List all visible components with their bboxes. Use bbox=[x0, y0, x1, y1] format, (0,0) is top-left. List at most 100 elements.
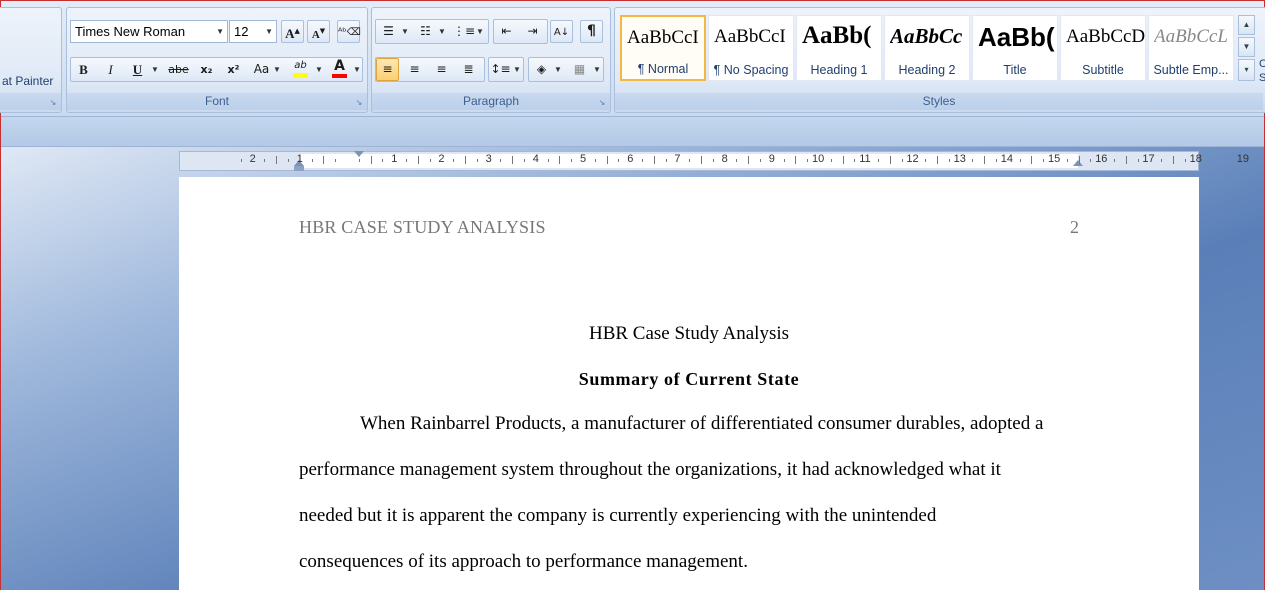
borders-dropdown-icon[interactable]: ▼ bbox=[593, 58, 601, 81]
highlight-color-swatch bbox=[293, 73, 308, 78]
left-indent-box-icon bbox=[294, 166, 304, 171]
ruler-number: 8 bbox=[721, 153, 728, 165]
underline-dropdown-icon[interactable]: ▼ bbox=[151, 58, 159, 81]
change-case-dropdown-icon[interactable]: ▼ bbox=[273, 58, 281, 81]
bold-button[interactable]: B bbox=[72, 58, 95, 81]
show-formatting-marks-button[interactable]: ¶ bbox=[580, 20, 603, 43]
font-size-select[interactable]: 12 ▼ bbox=[229, 20, 277, 43]
ruler-number: 9 bbox=[768, 153, 775, 165]
ruler-tick bbox=[972, 159, 974, 162]
font-color-swatch bbox=[332, 74, 347, 78]
style-no-spacing[interactable]: AaBbCcI ¶ No Spacing bbox=[708, 15, 794, 81]
ruler-number: 18 bbox=[1189, 153, 1202, 165]
align-center-icon: ≡ bbox=[409, 62, 420, 76]
align-right-button[interactable]: ≡ bbox=[430, 58, 453, 81]
change-case-button[interactable]: Aa bbox=[250, 58, 273, 81]
format-painter-button[interactable]: at Painter bbox=[2, 74, 53, 88]
numbering-button[interactable]: ☷ bbox=[414, 20, 437, 43]
gallery-scroll-up-icon[interactable]: ▲ bbox=[1238, 15, 1255, 35]
ruler-tick bbox=[783, 159, 785, 162]
subscript-label: x₂ bbox=[200, 63, 213, 76]
style-name: Title bbox=[1003, 63, 1027, 77]
style-normal[interactable]: AaBbCcI ¶ Normal bbox=[620, 15, 706, 81]
ruler-number: 1 bbox=[391, 153, 398, 165]
style-name: Heading 1 bbox=[810, 63, 868, 77]
font-color-button[interactable]: A bbox=[328, 58, 351, 81]
style-heading-2[interactable]: AaBbCc Heading 2 bbox=[884, 15, 970, 81]
ruler-number: 6 bbox=[627, 153, 634, 165]
ruler-tick bbox=[830, 159, 832, 162]
increase-indent-button[interactable]: ⇥ bbox=[521, 20, 544, 43]
ruler-tick bbox=[712, 159, 714, 162]
font-group: Times New Roman ▼ 12 ▼ A▲ A▼ ᴬᵇ⌫ B I U ▼… bbox=[66, 7, 368, 113]
bullets-dropdown-icon[interactable]: ▼ bbox=[401, 20, 409, 43]
paragraph-line: needed but it is apparent the company is… bbox=[299, 505, 937, 526]
superscript-button[interactable]: x² bbox=[222, 58, 245, 81]
ruler-tick bbox=[996, 159, 997, 162]
ruler-tick bbox=[618, 159, 620, 162]
style-sample: AaBbCc bbox=[890, 24, 963, 48]
clipboard-dialog-launcher-icon[interactable]: ↘ bbox=[48, 98, 58, 107]
justify-button[interactable]: ≣ bbox=[457, 58, 480, 81]
shading-dropdown-icon[interactable]: ▼ bbox=[554, 58, 562, 81]
ruler-number: 12 bbox=[906, 153, 919, 165]
horizontal-ruler[interactable]: 2 1 1 2 3 4 5 6 7 8 9 10 11 12 13 14 15 16 17 18 19 bbox=[179, 151, 1249, 171]
highlight-dropdown-icon[interactable]: ▼ bbox=[315, 58, 323, 81]
styles-group-label: Styles bbox=[615, 93, 1263, 110]
align-left-button[interactable]: ≡ bbox=[376, 58, 399, 81]
style-subtle-emphasis[interactable]: AaBbCcL Subtle Emp... bbox=[1148, 15, 1234, 81]
grow-font-label: A bbox=[285, 26, 295, 41]
paragraph-dialog-launcher-icon[interactable]: ↘ bbox=[597, 98, 607, 107]
font-color-dropdown-icon[interactable]: ▼ bbox=[353, 58, 361, 81]
clipboard-group: at Painter ↘ bbox=[0, 7, 62, 113]
ruler-number: 15 bbox=[1048, 153, 1061, 165]
font-dialog-launcher-icon[interactable]: ↘ bbox=[354, 98, 364, 107]
underline-label: U bbox=[132, 62, 143, 77]
paragraph-line: performance management system throughout… bbox=[299, 459, 1001, 480]
ruler-tick bbox=[1066, 159, 1068, 162]
style-heading-1[interactable]: AaBb( Heading 1 bbox=[796, 15, 882, 81]
ruler-tick bbox=[606, 156, 608, 164]
sort-button[interactable]: A↓ bbox=[550, 20, 573, 43]
ribbon: at Painter ↘ Times New Roman ▼ 12 ▼ A▲ A… bbox=[0, 1, 1265, 117]
shrink-font-button[interactable]: A▼ bbox=[307, 20, 330, 43]
align-center-button[interactable]: ≡ bbox=[403, 58, 426, 81]
underline-button[interactable]: U bbox=[126, 58, 149, 81]
line-spacing-button[interactable]: ↕≡ bbox=[489, 58, 512, 81]
ruler-tick bbox=[382, 159, 384, 162]
bullets-button[interactable]: ☰ bbox=[377, 20, 400, 43]
style-sample: AaBb( bbox=[978, 22, 1055, 52]
strikethrough-button[interactable]: abe bbox=[167, 58, 190, 81]
style-name: ¶ Normal bbox=[637, 62, 689, 76]
style-subtitle[interactable]: AaBbCcD Subtitle bbox=[1060, 15, 1146, 81]
style-title[interactable]: AaBb( Title bbox=[972, 15, 1058, 81]
document-page[interactable]: HBR CASE STUDY ANALYSIS 2 HBR Case Study… bbox=[179, 177, 1199, 590]
font-family-select[interactable]: Times New Roman ▼ bbox=[70, 20, 228, 43]
italic-button[interactable]: I bbox=[99, 58, 122, 81]
multilevel-list-button[interactable]: ⋮≡ bbox=[452, 20, 475, 43]
ruler-tick bbox=[453, 159, 455, 162]
decrease-indent-button[interactable]: ⇤ bbox=[495, 20, 518, 43]
style-name: ¶ No Spacing bbox=[713, 63, 789, 77]
multilevel-dropdown-icon[interactable]: ▼ bbox=[476, 20, 484, 43]
font-color-label: A bbox=[334, 58, 345, 74]
subscript-button[interactable]: x₂ bbox=[195, 58, 218, 81]
grow-font-button[interactable]: A▲ bbox=[281, 20, 304, 43]
ruler-tick bbox=[807, 159, 809, 162]
ruler-tick bbox=[358, 159, 360, 162]
borders-button[interactable]: ▦ bbox=[568, 58, 591, 81]
ruler-tick bbox=[288, 159, 289, 162]
change-styles-button[interactable]: C S bbox=[1259, 57, 1265, 85]
gallery-scroll-down-icon[interactable]: ▼ bbox=[1238, 37, 1255, 57]
gallery-more-icon[interactable]: ▾ bbox=[1238, 59, 1255, 81]
clear-formatting-button[interactable]: ᴬᵇ⌫ bbox=[337, 20, 361, 43]
ruler-tick bbox=[465, 156, 466, 164]
highlight-button[interactable]: ab bbox=[289, 58, 312, 81]
shading-button[interactable]: ◈ bbox=[530, 58, 553, 81]
ruler-number: 17 bbox=[1142, 153, 1155, 165]
first-line-indent-marker-icon[interactable] bbox=[354, 151, 364, 157]
line-spacing-dropdown-icon[interactable]: ▼ bbox=[513, 58, 521, 81]
bullets-icon: ☰ bbox=[383, 24, 394, 38]
ruler-tick bbox=[736, 159, 738, 162]
numbering-dropdown-icon[interactable]: ▼ bbox=[438, 20, 446, 43]
